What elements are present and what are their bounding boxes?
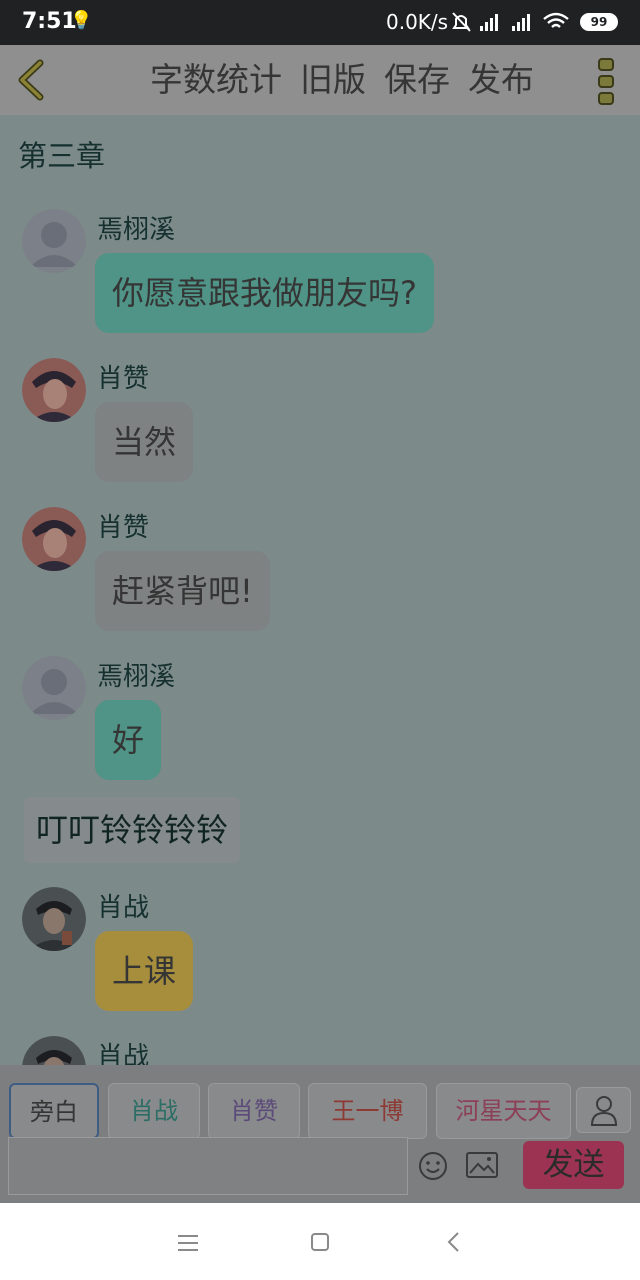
avatar[interactable] bbox=[22, 507, 86, 571]
chat-area[interactable]: 第三章 焉栩溪 你愿意跟我做朋友吗? 肖赞 当然 肖赞 赶紧背吧! 焉栩溪 好 … bbox=[0, 115, 640, 1065]
send-button[interactable]: 发送 bbox=[523, 1141, 624, 1189]
back-button[interactable] bbox=[10, 55, 54, 105]
menu-icon[interactable] bbox=[177, 1233, 199, 1253]
avatar[interactable] bbox=[22, 358, 86, 422]
avatar[interactable] bbox=[22, 1036, 86, 1065]
add-role-button[interactable] bbox=[576, 1087, 631, 1133]
person-icon bbox=[590, 1096, 618, 1126]
role-tab-hexingtiantian[interactable]: 河星天天 bbox=[436, 1083, 571, 1139]
back-nav-icon[interactable] bbox=[446, 1231, 462, 1253]
role-label: 肖赞 bbox=[230, 1097, 278, 1125]
wifi-icon bbox=[543, 12, 569, 28]
sender-name: 肖战 bbox=[97, 1042, 150, 1065]
message-bubble[interactable]: 你愿意跟我做朋友吗? bbox=[95, 253, 434, 333]
message-bubble[interactable]: 当然 bbox=[95, 402, 194, 482]
xiaozan-avatar-icon bbox=[22, 507, 86, 571]
status-bar: 7:51 💡 0.0K/s 99 bbox=[0, 0, 640, 45]
smiley-icon bbox=[419, 1152, 447, 1180]
signal-icon-2 bbox=[512, 14, 530, 31]
xiaozhan-avatar-icon bbox=[22, 1036, 86, 1065]
toolbar-actions: 字数统计 旧版 保存 发布 bbox=[150, 59, 534, 101]
status-time: 7:51 bbox=[22, 9, 77, 34]
network-speed: 0.0K/s bbox=[386, 10, 449, 34]
sender-name: 肖赞 bbox=[97, 364, 150, 394]
system-nav-bar bbox=[0, 1203, 640, 1280]
image-button[interactable] bbox=[465, 1151, 499, 1179]
message-input[interactable] bbox=[8, 1137, 408, 1195]
message-bubble[interactable]: 好 bbox=[95, 700, 162, 780]
narration-bubble[interactable]: 叮叮铃铃铃铃 bbox=[24, 797, 241, 863]
default-avatar-icon bbox=[22, 209, 86, 273]
battery-icon: 99 bbox=[580, 13, 618, 31]
role-label: 王一博 bbox=[331, 1097, 404, 1125]
xiaozhan-avatar-icon bbox=[22, 887, 86, 951]
role-tab-xiaozhan[interactable]: 肖战 bbox=[108, 1083, 200, 1139]
old-version-button[interactable]: 旧版 bbox=[300, 59, 366, 101]
role-label: 肖战 bbox=[130, 1097, 178, 1125]
sender-name: 焉栩溪 bbox=[97, 215, 176, 245]
avatar[interactable] bbox=[22, 887, 86, 951]
chapter-title: 第三章 bbox=[18, 139, 106, 173]
image-icon bbox=[466, 1152, 498, 1178]
emoji-button[interactable] bbox=[418, 1151, 448, 1181]
default-avatar-icon bbox=[22, 656, 86, 720]
more-vertical-icon bbox=[598, 58, 614, 105]
xiaozan-avatar-icon bbox=[22, 358, 86, 422]
editor-screen: 字数统计 旧版 保存 发布 第三章 焉栩溪 你愿意跟我做朋友吗? 肖赞 当然 肖… bbox=[0, 45, 640, 1203]
message-bubble[interactable]: 赶紧背吧! bbox=[95, 551, 270, 631]
chevron-left-icon bbox=[18, 59, 44, 101]
avatar[interactable] bbox=[22, 209, 86, 273]
signal-icon-1 bbox=[480, 14, 498, 31]
lightbulb-icon: 💡 bbox=[70, 10, 93, 31]
word-count-button[interactable]: 字数统计 bbox=[150, 59, 282, 101]
message-bubble[interactable]: 上课 bbox=[95, 931, 194, 1011]
sender-name: 肖赞 bbox=[97, 513, 150, 543]
save-button[interactable]: 保存 bbox=[384, 59, 450, 101]
mute-icon bbox=[452, 12, 471, 32]
role-label: 旁白 bbox=[30, 1098, 78, 1126]
role-tab-narrator[interactable]: 旁白 bbox=[9, 1083, 99, 1139]
sender-name: 肖战 bbox=[97, 893, 150, 923]
avatar[interactable] bbox=[22, 656, 86, 720]
role-tab-xiaozan[interactable]: 肖赞 bbox=[208, 1083, 300, 1139]
sender-name: 焉栩溪 bbox=[97, 662, 176, 692]
publish-button[interactable]: 发布 bbox=[468, 59, 534, 101]
role-label: 河星天天 bbox=[455, 1097, 552, 1125]
more-menu-button[interactable] bbox=[596, 57, 618, 107]
signal-wifi-icons bbox=[452, 12, 569, 32]
role-tab-wangyibo[interactable]: 王一博 bbox=[308, 1083, 427, 1139]
compose-panel: 旁白 肖战 肖赞 王一博 河星天天 发送 bbox=[0, 1065, 640, 1203]
top-toolbar: 字数统计 旧版 保存 发布 bbox=[0, 45, 640, 115]
home-icon[interactable] bbox=[310, 1232, 330, 1252]
